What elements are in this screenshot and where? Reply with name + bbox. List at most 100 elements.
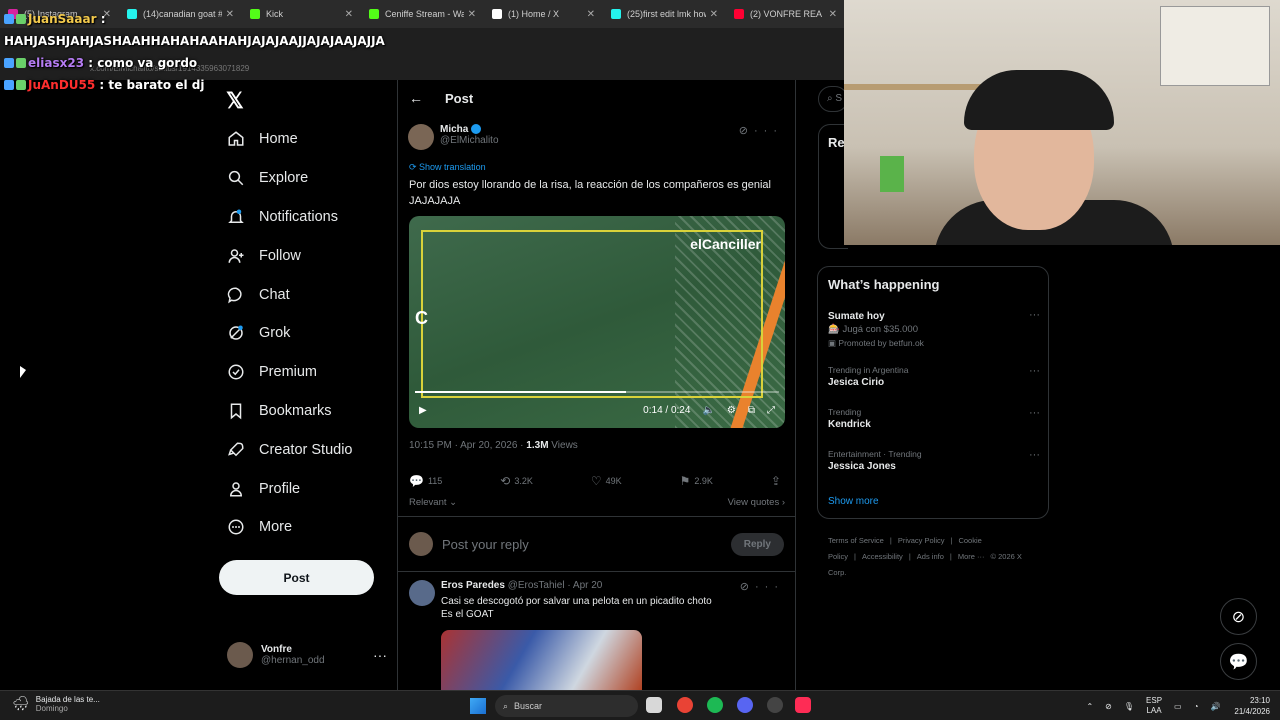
trend-context: Trending in Argentina — [828, 365, 909, 375]
search-icon — [228, 171, 244, 186]
post-button[interactable]: Post — [219, 560, 374, 595]
reply-input[interactable]: Post your reply — [442, 537, 731, 552]
reply-avatar[interactable] — [409, 580, 435, 606]
taskbar-search-label: Buscar — [514, 701, 543, 711]
sidebar-item-creator-studio[interactable]: Creator Studio — [219, 430, 353, 469]
settings-icon[interactable]: ⚙ — [727, 405, 736, 416]
tiktok-icon[interactable] — [795, 697, 811, 713]
pip-icon[interactable]: ⧉ — [748, 405, 755, 416]
view-quotes-link[interactable]: View quotes › — [728, 497, 785, 508]
reply-count: 115 — [427, 476, 443, 486]
reply-author-handle[interactable]: @ErosTahiel · Apr 20 — [508, 580, 603, 591]
more-options-icon[interactable]: ··· — [1029, 449, 1040, 461]
grok-icon[interactable]: ⊘ — [740, 581, 755, 593]
trend-item[interactable]: Entertainment · Trending Jessica Jones ··· — [828, 449, 1040, 472]
reply-button[interactable]: Reply — [730, 532, 784, 556]
sidebar-item-more[interactable]: More — [219, 508, 353, 547]
back-arrow-icon[interactable]: ← — [409, 90, 423, 106]
footer-link[interactable]: Ads info — [917, 552, 944, 561]
sidebar-item-notifications[interactable]: Notifications — [219, 198, 353, 237]
author-name[interactable]: Micha — [440, 124, 468, 135]
play-icon[interactable]: ▶ — [419, 405, 427, 416]
author-avatar[interactable] — [408, 124, 434, 150]
trend-subtitle: 🎰 Jugá con $35.000 — [828, 324, 919, 335]
chrome-icon[interactable] — [677, 697, 693, 713]
more-options-icon[interactable]: ··· — [755, 581, 784, 593]
network-icon[interactable]: ⊘ — [1105, 702, 1112, 711]
messages-fab-button[interactable]: 💬 — [1220, 643, 1257, 680]
display-icon[interactable]: ▭ — [1174, 702, 1182, 711]
account-switcher[interactable]: Vonfre @hernan_odd ··· — [227, 642, 387, 668]
reply-author-name[interactable]: Eros Paredes — [441, 580, 505, 591]
discord-icon[interactable] — [737, 697, 753, 713]
more-options-icon[interactable]: ··· — [754, 125, 783, 137]
start-button[interactable] — [470, 698, 486, 714]
repost-action[interactable]: ⟲ 3.2K — [500, 474, 533, 488]
language-code: ESP — [1146, 696, 1163, 705]
close-icon[interactable]: ✕ — [829, 9, 837, 20]
trend-promoted: ▣ Promoted by betfun.ok — [828, 338, 1040, 349]
share-action[interactable]: ⇪ — [771, 474, 785, 488]
volume-icon[interactable]: 🔊 — [1210, 702, 1220, 711]
like-action[interactable]: ♡ 49K — [591, 474, 622, 488]
taskbar-search[interactable]: ⌕ Buscar — [495, 695, 638, 717]
show-translation-link[interactable]: ⟳ Show translation — [409, 162, 486, 173]
trend-item[interactable]: Sumate hoy 🎰 Jugá con $35.000 ▣ Promoted b… — [828, 309, 1040, 349]
browser-tab[interactable]: (25)first edit lmk how ✕ — [603, 0, 726, 28]
webcam-shelf — [844, 84, 984, 90]
bookmark-action[interactable]: ⚑ 2.9K — [680, 474, 713, 488]
account-more-icon[interactable]: ··· — [373, 647, 387, 663]
more-options-icon[interactable]: ··· — [1029, 309, 1040, 321]
trend-item[interactable]: Trending in Argentina Jesica Cirio ··· — [828, 365, 1040, 388]
footer-link[interactable]: Accessibility — [862, 552, 903, 561]
browser-tab[interactable]: (2) VONFRE REA ✕ — [726, 0, 845, 28]
trend-item[interactable]: Trending Kendrick ··· — [828, 407, 1040, 430]
language-indicator[interactable]: ESP LAA — [1146, 696, 1162, 716]
footer-link[interactable]: Privacy Policy — [898, 536, 945, 545]
chat-username[interactable]: JuanSaaar — [28, 8, 97, 30]
chevron-up-icon[interactable]: ⌃ — [1086, 702, 1093, 711]
grok-icon[interactable]: ⊘ — [739, 125, 754, 137]
chat-username[interactable]: eliasx23 — [28, 52, 84, 74]
post-text: Por dios estoy llorando de la risa, la r… — [409, 179, 771, 207]
task-view-icon[interactable] — [646, 697, 662, 713]
post-timestamp[interactable]: 10:15 PM · Apr 20, 2026 · — [409, 440, 526, 451]
more-options-icon[interactable]: ··· — [1029, 407, 1040, 419]
close-icon[interactable]: ✕ — [710, 9, 718, 20]
fullscreen-icon[interactable]: ⤢ — [767, 405, 775, 416]
video-player[interactable]: elCanciller C ▶ 0:14 / 0:24 🔈 ⚙ ⧉ ⤢ — [409, 216, 785, 428]
sort-dropdown[interactable]: Relevant ⌄ — [409, 497, 457, 508]
grok-fab-button[interactable]: ⊘ — [1220, 598, 1257, 635]
sidebar-item-label: Home — [259, 131, 298, 148]
chat-username[interactable]: JuAnDU55 — [28, 74, 95, 96]
sidebar-item-home[interactable]: Home — [219, 120, 353, 159]
close-icon[interactable]: ✕ — [468, 9, 476, 20]
reply-media-thumbnail[interactable] — [441, 630, 642, 692]
browser-tab[interactable]: (1) Home / X ✕ — [484, 0, 603, 28]
sidebar-item-follow[interactable]: Follow — [219, 236, 353, 275]
sidebar-item-profile[interactable]: Profile — [219, 469, 353, 508]
post-author[interactable]: Micha @ElMichalito — [408, 124, 499, 150]
post-header: ← Post — [409, 90, 473, 106]
show-more-link[interactable]: Show more — [828, 496, 879, 507]
wifi-icon[interactable]: ◔ — [1194, 702, 1199, 711]
sidebar-item-premium[interactable]: Premium — [219, 353, 353, 392]
mic-icon[interactable]: 🎙 — [1124, 702, 1134, 711]
sidebar-item-explore[interactable]: Explore — [219, 159, 353, 198]
volume-icon[interactable]: 🔈 — [702, 405, 714, 416]
footer-link[interactable]: Terms of Service — [828, 536, 884, 545]
reply-action[interactable]: 💬 115 — [409, 474, 442, 488]
sidebar-item-grok[interactable]: Grok — [219, 314, 353, 353]
sidebar-item-bookmarks[interactable]: Bookmarks — [219, 392, 353, 431]
more-options-icon[interactable]: ··· — [1029, 365, 1040, 377]
sidebar-item-chat[interactable]: Chat — [219, 275, 353, 314]
video-progress-bar[interactable] — [415, 391, 779, 393]
clock[interactable]: 23:10 21/4/2026 — [1234, 695, 1270, 717]
obs-icon[interactable] — [767, 697, 783, 713]
avatar — [227, 642, 253, 668]
footer-link[interactable]: More ··· — [958, 552, 985, 561]
spotify-icon[interactable] — [707, 697, 723, 713]
author-handle[interactable]: @ElMichalito — [440, 135, 499, 146]
close-icon[interactable]: ✕ — [587, 9, 595, 20]
weather-widget[interactable]: 🌧 Bajada de las te... Domingo — [12, 695, 100, 713]
